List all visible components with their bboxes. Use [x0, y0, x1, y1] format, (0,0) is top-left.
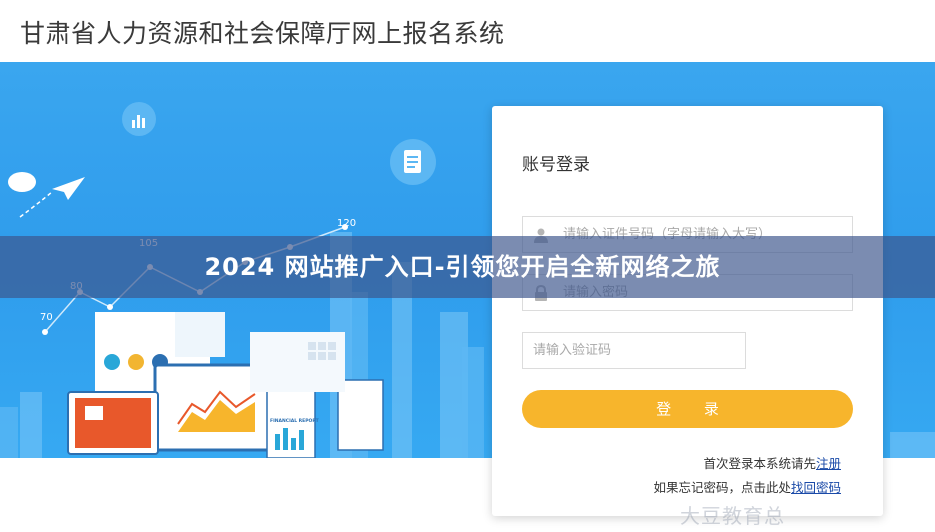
chart-number: 120 [337, 218, 357, 229]
login-panel: 账号登录 登 录 首次登录本系统请先注册 如果忘记密码，点击此处找回密码 [492, 106, 883, 516]
captcha-field[interactable] [522, 332, 746, 369]
recover-password-link[interactable]: 找回密码 [791, 480, 841, 495]
login-button[interactable]: 登 录 [522, 390, 853, 428]
forgot-text: 如果忘记密码，点击此处 [653, 480, 791, 495]
captcha-input[interactable] [533, 333, 738, 368]
register-row: 首次登录本系统请先注册 [703, 453, 841, 472]
recover-row: 如果忘记密码，点击此处找回密码 [653, 477, 841, 496]
promo-banner-text: 2024 网站推广入口-引领您开启全新网络之旅 [204, 253, 721, 281]
site-title: 甘肃省人力资源和社会保障厅网上报名系统 [20, 19, 505, 48]
login-title: 账号登录 [522, 155, 590, 175]
chart-number: 70 [40, 312, 53, 323]
promo-banner: 2024 网站推广入口-引领您开启全新网络之旅 [0, 236, 935, 298]
watermark: 大豆教育总 [680, 504, 785, 528]
register-link[interactable]: 注册 [816, 456, 841, 471]
first-login-text: 首次登录本系统请先 [703, 456, 816, 471]
header-bar: 甘肃省人力资源和社会保障厅网上报名系统 [0, 0, 935, 62]
report-label: FINANCIAL REPORT [270, 419, 319, 424]
page-root: 甘肃省人力资源和社会保障厅网上报名系统 120 70 FINANCIAL REP… [0, 0, 935, 532]
